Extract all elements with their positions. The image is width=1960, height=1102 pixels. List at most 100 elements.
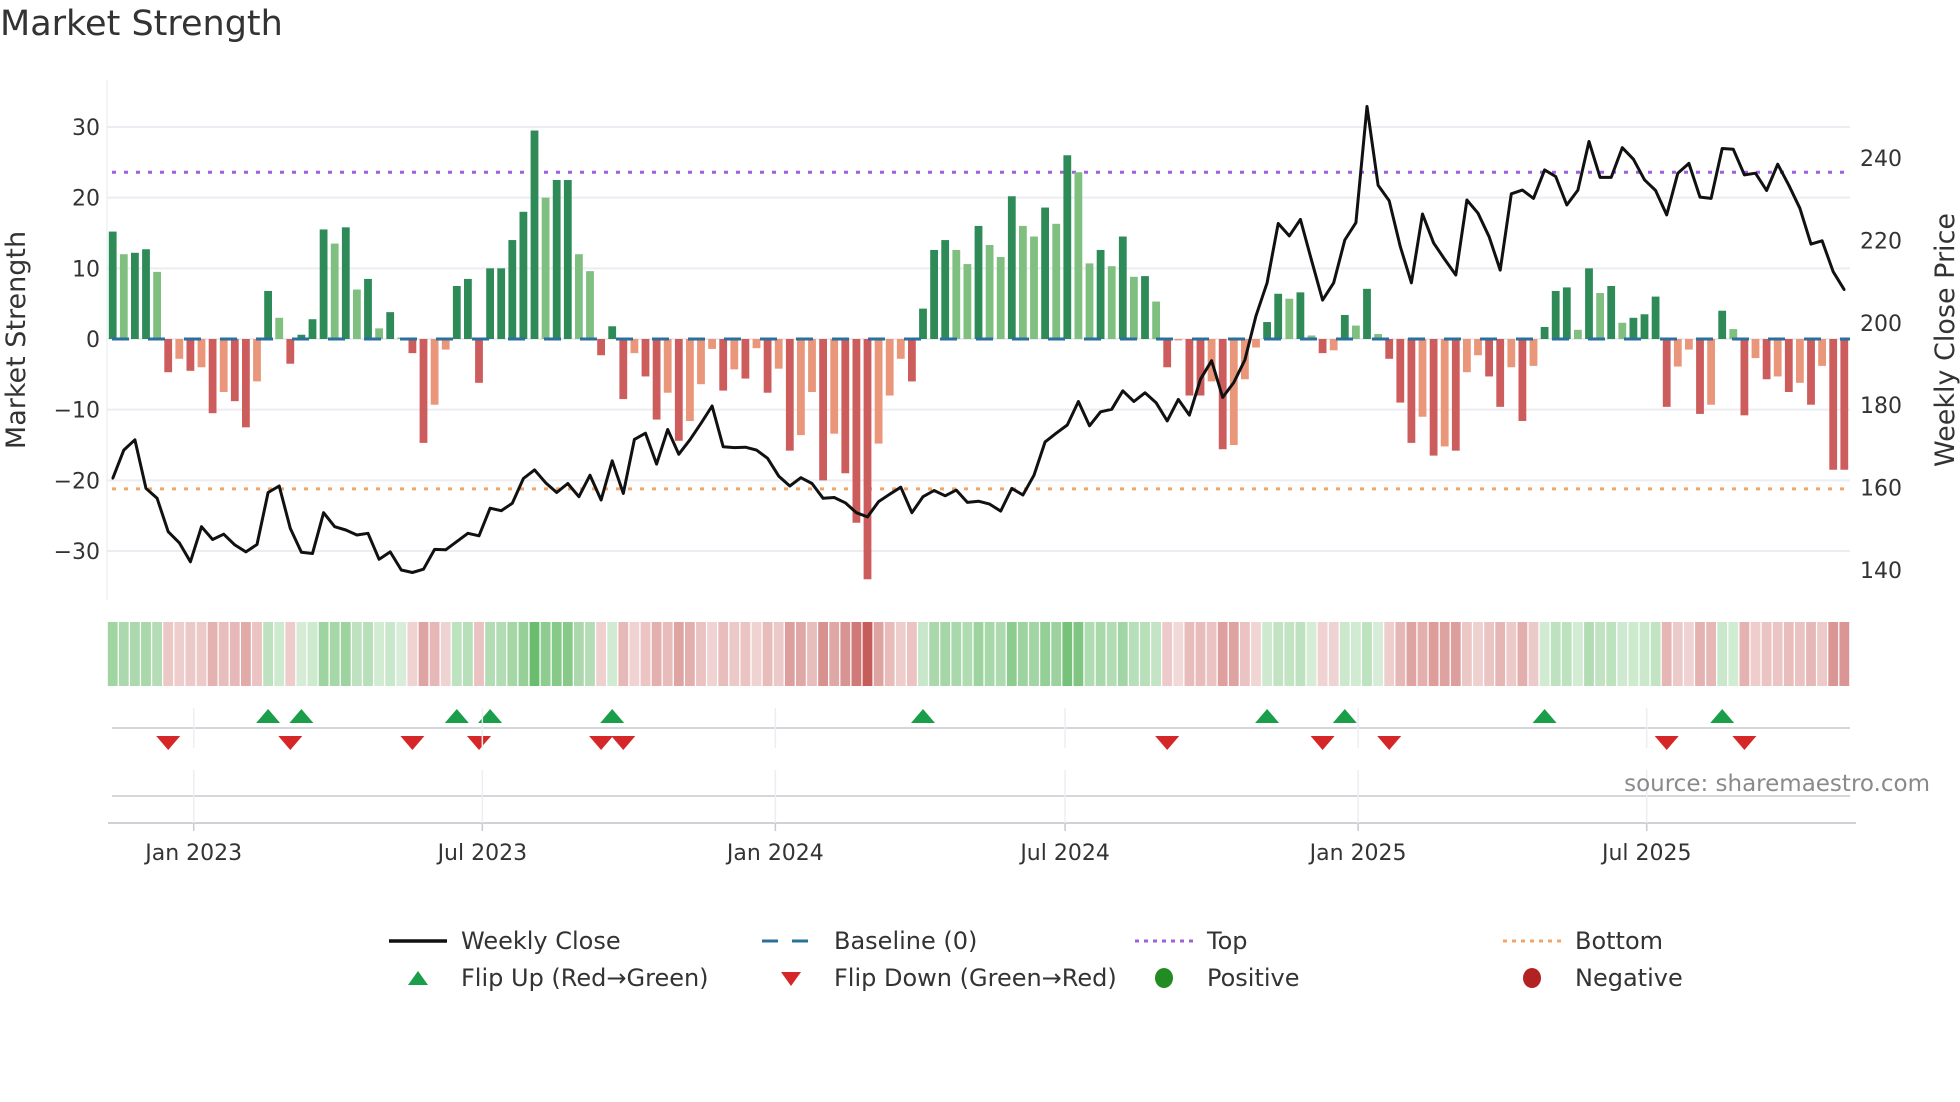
- heat-cell: [1184, 622, 1195, 686]
- strength-bar: [419, 339, 428, 443]
- x-tick-label: Jan 2024: [725, 841, 824, 866]
- weekly-close-point: [821, 497, 825, 500]
- flip-up-marker: [444, 709, 469, 723]
- weekly-close-point: [1132, 400, 1136, 403]
- strength-bar: [219, 339, 228, 393]
- heat-cell: [363, 622, 373, 686]
- weekly-close-point: [455, 540, 458, 543]
- strength-bar: [1718, 310, 1727, 339]
- strength-bar: [830, 339, 839, 434]
- legend-item[interactable]: Weekly Close: [387, 926, 621, 956]
- heat-cell: [418, 622, 429, 686]
- weekly-close-point: [1265, 281, 1269, 285]
- heat-cell: [929, 622, 939, 686]
- weekly-close-point: [1598, 176, 1602, 179]
- weekly-close-point: [1621, 146, 1624, 149]
- heat-cell: [1761, 622, 1772, 686]
- heat-cell: [1251, 622, 1261, 686]
- weekly-close-point: [622, 492, 625, 495]
- heat-cell: [1795, 622, 1805, 686]
- weekly-close-point: [1721, 147, 1724, 150]
- strength-bar: [1274, 293, 1283, 339]
- weekly-close-point: [1665, 213, 1668, 217]
- legend-item[interactable]: Flip Up (Red→Green): [387, 963, 709, 993]
- strength-bar: [730, 339, 739, 370]
- weekly-close-point: [1243, 358, 1247, 362]
- y2-tick-label: 200: [1860, 312, 1902, 337]
- legend-item[interactable]: Flip Down (Green→Red): [760, 963, 1117, 993]
- legend-label: Bottom: [1575, 927, 1664, 955]
- weekly-close-point: [710, 404, 714, 408]
- heat-cell: [995, 622, 1006, 686]
- heat-cell: [596, 622, 606, 686]
- strength-bar: [1640, 314, 1649, 339]
- legend-item[interactable]: Baseline (0): [760, 926, 977, 956]
- heat-cell: [862, 622, 873, 686]
- weekly-close-point: [1465, 198, 1469, 202]
- weekly-close-point: [1066, 423, 1069, 427]
- dotted-line-icon: [1501, 926, 1563, 956]
- strength-bar: [1063, 155, 1072, 339]
- weekly-close-point: [189, 560, 192, 563]
- strength-bar: [563, 179, 572, 339]
- weekly-close-point: [1110, 408, 1113, 411]
- flip-markers: [156, 709, 1757, 750]
- weekly-close-point: [1654, 189, 1657, 192]
- strength-bar: [774, 339, 783, 369]
- heat-cell: [451, 622, 462, 686]
- legend-item[interactable]: Top: [1133, 926, 1248, 956]
- heat-cell: [851, 622, 862, 686]
- heat-cell: [662, 622, 673, 686]
- weekly-close-point: [133, 438, 137, 442]
- strength-bar: [1007, 196, 1016, 339]
- weekly-close-point: [1543, 168, 1546, 172]
- strength-bar: [1352, 325, 1360, 339]
- heat-cell: [296, 622, 307, 686]
- legend-item[interactable]: Negative: [1501, 963, 1683, 993]
- heat-cell: [463, 622, 473, 686]
- weekly-close-point: [677, 453, 680, 456]
- heat-cell: [907, 622, 917, 686]
- strength-bar: [1263, 322, 1271, 339]
- y2-tick-label: 180: [1860, 394, 1902, 419]
- heat-cell: [130, 622, 140, 686]
- weekly-close-point: [1454, 273, 1458, 277]
- heat-cell: [1728, 622, 1739, 686]
- heat-cell: [1317, 622, 1328, 686]
- strength-bar: [1107, 266, 1116, 339]
- heat-cell: [196, 622, 207, 686]
- strength-bar: [1751, 339, 1760, 359]
- strength-bar: [619, 339, 628, 400]
- heat-cell: [507, 622, 518, 686]
- weekly-close-point: [211, 538, 214, 541]
- heat-cell: [1783, 622, 1794, 686]
- heat-cell: [1828, 622, 1839, 686]
- heat-cell: [1628, 622, 1639, 686]
- weekly-close-point: [799, 476, 803, 479]
- strength-bar: [286, 339, 295, 364]
- heat-cell: [374, 622, 384, 686]
- legend-item[interactable]: Positive: [1133, 963, 1300, 993]
- flip-down-marker: [1310, 736, 1335, 750]
- weekly-close-point: [1099, 410, 1102, 413]
- strength-bar: [996, 257, 1005, 339]
- strength-bar: [1518, 339, 1527, 421]
- weekly-close-point: [733, 446, 736, 449]
- strength-bar: [1030, 236, 1038, 339]
- legend-label: Weekly Close: [461, 927, 621, 955]
- legend-item[interactable]: Bottom: [1501, 926, 1663, 956]
- weekly-close-point: [666, 428, 669, 431]
- weekly-close-point: [422, 567, 425, 571]
- heat-cell: [918, 622, 928, 686]
- heat-cell: [707, 622, 717, 686]
- strength-bar: [919, 308, 927, 339]
- weekly-close-point: [155, 497, 159, 500]
- weekly-close-point: [1432, 241, 1435, 245]
- strength-bar: [608, 326, 617, 339]
- x-tick-label: Jul 2023: [436, 841, 528, 866]
- strength-bar: [1041, 207, 1049, 339]
- heat-cell: [429, 622, 440, 686]
- y-tick-label: 10: [72, 257, 100, 282]
- weekly-close-point: [977, 499, 980, 503]
- heat-cell: [1195, 622, 1206, 686]
